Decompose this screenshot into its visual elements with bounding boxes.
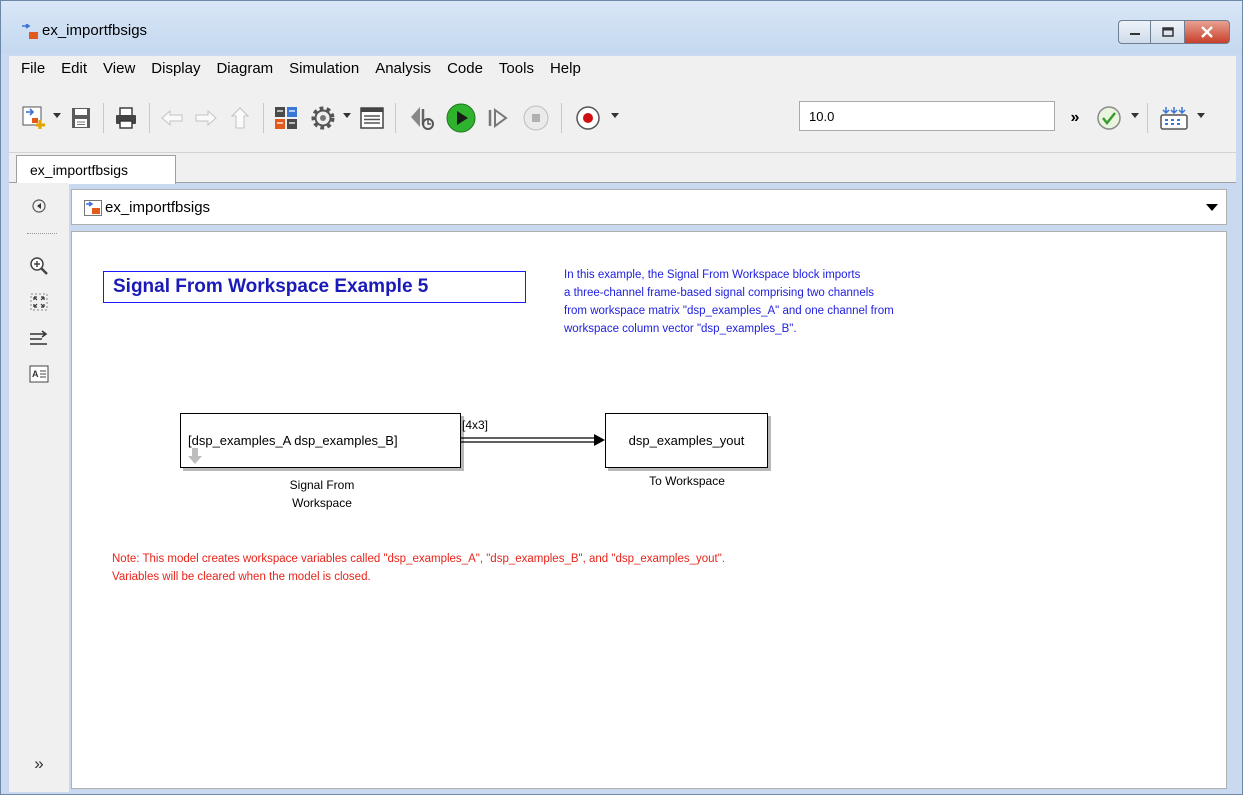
toolbar: 10.0 » <box>9 81 1236 153</box>
save-button[interactable] <box>69 103 93 133</box>
gear-icon <box>311 106 335 130</box>
down-arrow-icon <box>188 448 202 464</box>
palette-separator <box>27 233 57 234</box>
arrow-left-icon <box>161 109 183 127</box>
step-back-button[interactable] <box>407 103 437 133</box>
build-icon <box>1160 107 1188 130</box>
model-advisor-button[interactable] <box>1095 103 1123 133</box>
menu-edit[interactable]: Edit <box>53 60 95 77</box>
stop-button[interactable] <box>521 103 551 133</box>
arrow-up-icon <box>230 107 250 129</box>
menu-diagram[interactable]: Diagram <box>208 60 281 77</box>
fit-view-icon <box>30 293 48 311</box>
simulink-window: ex_importfbsigs File Edit View Display D… <box>0 0 1243 795</box>
svg-text:A: A <box>32 369 39 379</box>
menu-code[interactable]: Code <box>439 60 491 77</box>
model-explorer-icon <box>360 107 384 129</box>
annotation-icon: A <box>29 365 49 383</box>
library-browser-icon <box>275 107 297 129</box>
breadcrumb: ex_importfbsigs <box>71 189 1227 225</box>
tab-strip: ex_importfbsigs <box>9 153 1236 184</box>
stop-time-input[interactable]: 10.0 <box>799 101 1055 131</box>
new-model-button[interactable] <box>21 103 47 133</box>
menu-tools[interactable]: Tools <box>491 60 542 77</box>
build-dropdown[interactable] <box>1197 113 1205 118</box>
model-advisor-dropdown[interactable] <box>1131 113 1139 118</box>
title-bar: ex_importfbsigs <box>1 1 1242 53</box>
to-workspace-block[interactable]: dsp_examples_yout <box>605 413 768 468</box>
menu-bar: File Edit View Display Diagram Simulatio… <box>9 56 1236 81</box>
route-lines-icon <box>30 330 48 345</box>
window-title: ex_importfbsigs <box>42 22 148 39</box>
model-icon <box>84 200 102 216</box>
signal-line[interactable] <box>461 432 607 450</box>
record-button[interactable] <box>573 103 603 133</box>
zoom-in-icon <box>30 257 48 275</box>
left-palette: A » <box>9 183 69 792</box>
back-button[interactable] <box>159 103 185 133</box>
up-button[interactable] <box>227 103 253 133</box>
run-button[interactable] <box>445 103 477 133</box>
step-forward-button[interactable] <box>485 103 511 133</box>
model-title-annotation[interactable]: Signal From Workspace Example 5 <box>103 271 526 303</box>
menu-simulation[interactable]: Simulation <box>281 60 367 77</box>
library-browser-button[interactable] <box>273 103 299 133</box>
window-controls <box>1118 20 1230 44</box>
save-icon <box>72 108 90 128</box>
close-icon <box>1201 26 1213 38</box>
minimize-icon <box>1129 33 1140 35</box>
breadcrumb-model[interactable]: ex_importfbsigs <box>105 199 210 216</box>
stop-icon <box>523 105 549 131</box>
tab-label: ex_importfbsigs <box>30 162 129 178</box>
model-config-button[interactable] <box>309 103 337 133</box>
hide-explorer-button[interactable] <box>28 195 50 217</box>
breadcrumb-dropdown-icon[interactable] <box>1206 204 1218 211</box>
arrow-right-icon <box>195 109 217 127</box>
build-button[interactable] <box>1159 103 1189 133</box>
minimize-button[interactable] <box>1118 20 1150 44</box>
check-icon <box>1097 106 1121 130</box>
model-explorer-button[interactable] <box>359 103 385 133</box>
zoom-button[interactable] <box>28 255 50 277</box>
record-icon <box>576 106 600 130</box>
step-forward-icon <box>488 108 508 128</box>
block-source-content: [dsp_examples_A dsp_examples_B] <box>188 433 398 448</box>
step-back-icon <box>411 107 434 130</box>
signal-from-workspace-label: Signal From Workspace <box>289 478 355 510</box>
maximize-icon <box>1161 27 1174 37</box>
model-canvas[interactable]: Signal From Workspace Example 5 In this … <box>71 231 1227 789</box>
print-icon <box>116 107 136 129</box>
play-icon <box>446 103 476 133</box>
menu-display[interactable]: Display <box>143 60 208 77</box>
new-model-dropdown[interactable] <box>53 113 61 118</box>
block-sink-content: dsp_examples_yout <box>628 433 745 448</box>
print-button[interactable] <box>113 103 139 133</box>
expand-palette-button[interactable]: » <box>28 753 50 775</box>
menu-file[interactable]: File <box>13 60 53 77</box>
annotation-button[interactable]: A <box>28 363 50 385</box>
fit-to-view-button[interactable] <box>28 291 50 313</box>
forward-button[interactable] <box>193 103 219 133</box>
new-model-icon <box>22 106 45 129</box>
menu-analysis[interactable]: Analysis <box>367 60 439 77</box>
stop-time-value: 10.0 <box>809 109 835 124</box>
close-button[interactable] <box>1184 20 1230 44</box>
menu-help[interactable]: Help <box>542 60 589 77</box>
to-workspace-label: To Workspace <box>649 474 725 488</box>
model-icon <box>22 24 38 39</box>
record-dropdown[interactable] <box>611 113 619 118</box>
maximize-button[interactable] <box>1150 20 1184 44</box>
signal-dimension-label: [4x3] <box>462 418 489 432</box>
route-lines-button[interactable] <box>28 327 50 349</box>
tab-ex-importfbsigs[interactable]: ex_importfbsigs <box>16 155 176 184</box>
note-annotation[interactable]: Note: This model creates workspace varia… <box>112 550 1012 586</box>
menu-view[interactable]: View <box>95 60 143 77</box>
signal-from-workspace-block[interactable]: [dsp_examples_A dsp_examples_B] <box>180 413 461 468</box>
model-config-dropdown[interactable] <box>343 113 351 118</box>
description-annotation[interactable]: In this example, the Signal From Workspa… <box>564 266 1034 338</box>
more-toolbar-button[interactable]: » <box>1063 103 1087 133</box>
collapse-icon <box>32 199 46 213</box>
